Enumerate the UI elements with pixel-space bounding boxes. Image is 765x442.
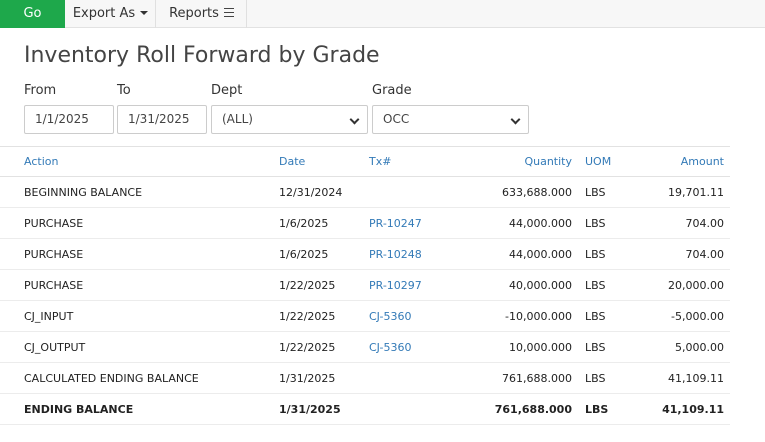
- cell-quantity: -10,000.000: [505, 310, 572, 323]
- from-date-value: 1/1/2025: [35, 112, 89, 126]
- cell-tx-link[interactable]: PR-10247: [369, 208, 422, 239]
- cell-quantity: 761,688.000: [502, 372, 572, 385]
- cell-uom: LBS: [585, 341, 606, 354]
- column-header-action[interactable]: Action: [24, 147, 58, 176]
- cell-date: 1/31/2025: [279, 372, 336, 385]
- column-header-amount[interactable]: Amount: [681, 147, 724, 176]
- cell-date: 1/22/2025: [279, 279, 336, 292]
- cell-amount: 5,000.00: [675, 341, 724, 354]
- cell-date: 1/22/2025: [279, 341, 336, 354]
- cell-amount: 41,109.11: [668, 372, 724, 385]
- cell-tx-link[interactable]: CJ-5360: [369, 301, 412, 332]
- to-date-input[interactable]: 1/31/2025: [117, 105, 207, 134]
- table-row: CJ_OUTPUT 1/22/2025 CJ-5360 10,000.000 L…: [0, 332, 730, 363]
- cell-action: PURCHASE: [24, 248, 84, 261]
- reports-button[interactable]: Reports: [157, 0, 247, 28]
- table-row: CALCULATED ENDING BALANCE 1/31/2025 761,…: [0, 363, 730, 394]
- cell-amount: 704.00: [685, 248, 725, 261]
- cell-quantity: 633,688.000: [502, 186, 572, 199]
- column-header-tx[interactable]: Tx#: [369, 147, 391, 176]
- cell-date: 1/31/2025: [279, 403, 341, 416]
- table-row: BEGINNING BALANCE 12/31/2024 633,688.000…: [0, 177, 730, 208]
- cell-uom: LBS: [585, 217, 606, 230]
- cell-tx-link[interactable]: PR-10297: [369, 270, 422, 301]
- cell-uom: LBS: [585, 248, 606, 261]
- toolbar: Go Export As Reports: [0, 0, 765, 28]
- dept-label: Dept: [211, 83, 243, 98]
- cell-action: BEGINNING BALANCE: [24, 186, 143, 199]
- cell-amount: 20,000.00: [668, 279, 724, 292]
- column-header-date[interactable]: Date: [279, 147, 305, 176]
- cell-uom: LBS: [585, 279, 606, 292]
- chevron-down-icon: [510, 114, 521, 125]
- cell-quantity: 40,000.000: [509, 279, 572, 292]
- from-date-input[interactable]: 1/1/2025: [24, 105, 114, 134]
- cell-quantity: 761,688.000: [494, 403, 572, 416]
- cell-amount: 19,701.11: [668, 186, 724, 199]
- grade-selected-value: OCC: [383, 112, 410, 126]
- cell-amount: -5,000.00: [671, 310, 724, 323]
- table-row-total: ENDING BALANCE 1/31/2025 761,688.000 LBS…: [0, 394, 730, 425]
- export-as-label: Export As: [72, 6, 136, 21]
- export-as-button[interactable]: Export As: [66, 0, 156, 28]
- cell-tx-link[interactable]: PR-10248: [369, 239, 422, 270]
- dept-select[interactable]: (ALL): [211, 105, 368, 134]
- table-row: PURCHASE 1/6/2025 PR-10248 44,000.000 LB…: [0, 239, 730, 270]
- go-button[interactable]: Go: [0, 0, 65, 28]
- table-row: PURCHASE 1/22/2025 PR-10297 40,000.000 L…: [0, 270, 730, 301]
- go-button-label: Go: [23, 6, 42, 21]
- table-row: PURCHASE 1/6/2025 PR-10247 44,000.000 LB…: [0, 208, 730, 239]
- cell-quantity: 10,000.000: [509, 341, 572, 354]
- cell-date: 12/31/2024: [279, 186, 343, 199]
- cell-date: 1/6/2025: [279, 248, 329, 261]
- cell-action: ENDING BALANCE: [24, 403, 134, 416]
- cell-tx-link[interactable]: CJ-5360: [369, 332, 412, 363]
- cell-uom: LBS: [585, 310, 606, 323]
- cell-action: PURCHASE: [24, 279, 84, 292]
- cell-date: 1/22/2025: [279, 310, 336, 323]
- table-header: Action Date Tx# Quantity UOM Amount: [0, 146, 730, 177]
- dept-selected-value: (ALL): [222, 112, 253, 126]
- page-title: Inventory Roll Forward by Grade: [24, 43, 380, 68]
- grade-select[interactable]: OCC: [372, 105, 529, 134]
- cell-action: CJ_OUTPUT: [24, 341, 86, 354]
- reports-label: Reports: [169, 6, 219, 21]
- cell-uom: LBS: [585, 403, 609, 416]
- cell-uom: LBS: [585, 186, 606, 199]
- grade-label: Grade: [372, 83, 412, 98]
- cell-amount: 704.00: [685, 217, 725, 230]
- cell-date: 1/6/2025: [279, 217, 329, 230]
- caret-down-icon: [140, 10, 149, 15]
- cell-quantity: 44,000.000: [509, 217, 572, 230]
- cell-amount: 41,109.11: [662, 403, 724, 416]
- cell-action: PURCHASE: [24, 217, 84, 230]
- cell-action: CALCULATED ENDING BALANCE: [24, 372, 199, 385]
- cell-uom: LBS: [585, 372, 606, 385]
- to-label: To: [117, 83, 131, 98]
- to-date-value: 1/31/2025: [128, 112, 190, 126]
- hamburger-menu-icon: [223, 8, 234, 17]
- table-row: CJ_INPUT 1/22/2025 CJ-5360 -10,000.000 L…: [0, 301, 730, 332]
- column-header-uom[interactable]: UOM: [585, 147, 611, 176]
- cell-quantity: 44,000.000: [509, 248, 572, 261]
- from-label: From: [24, 83, 57, 98]
- column-header-quantity[interactable]: Quantity: [524, 147, 572, 176]
- chevron-down-icon: [349, 114, 360, 125]
- cell-action: CJ_INPUT: [24, 310, 74, 323]
